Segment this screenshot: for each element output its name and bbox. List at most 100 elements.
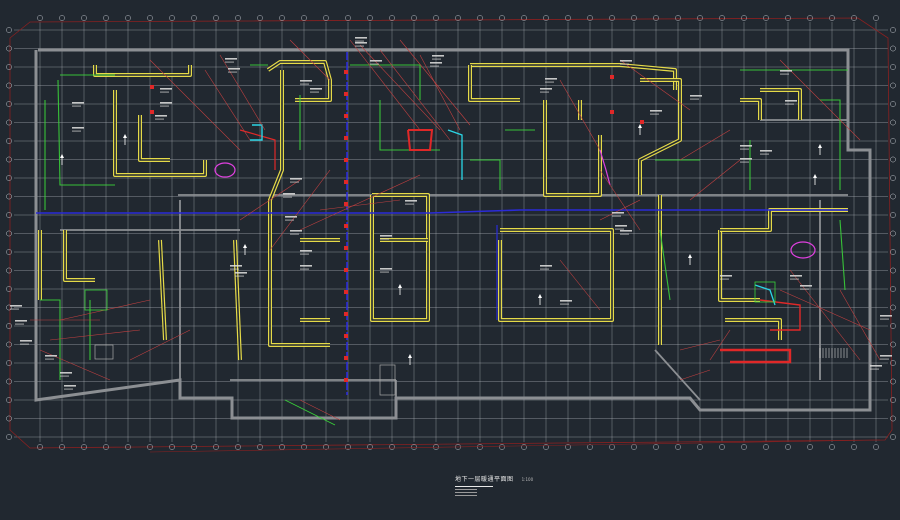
annotation-text-mark [300, 83, 309, 85]
annotation-text-mark [290, 181, 299, 183]
annotation-text-mark [283, 196, 292, 198]
annotation-text-mark [290, 178, 302, 180]
annotation-text-mark [650, 110, 662, 112]
annotation-text-mark [300, 250, 312, 252]
diffuser-marker [344, 136, 348, 140]
annotation-text-mark [155, 115, 167, 117]
annotation-text-mark [790, 278, 799, 280]
annotation-text-mark [228, 71, 237, 73]
diffuser-marker [344, 290, 348, 294]
title-underline [455, 486, 493, 487]
annotation-text-mark [720, 275, 732, 277]
annotation-text-mark [225, 58, 237, 60]
annotation-text-mark [228, 68, 240, 70]
note-line [455, 495, 477, 496]
annotation-text-mark [72, 127, 84, 129]
drawing-title-block: 地下一层暖通平面图 1:100 [455, 466, 533, 496]
annotation-text-mark [15, 323, 24, 325]
annotation-text-mark [230, 265, 242, 267]
annotation-text-mark [380, 271, 389, 273]
diffuser-marker [344, 246, 348, 250]
annotation-text-mark [160, 91, 169, 93]
drawing-title: 地下一层暖通平面图 [455, 476, 514, 483]
annotation-text-mark [355, 45, 364, 47]
annotation-text-mark [790, 275, 802, 277]
diffuser-marker [610, 110, 614, 114]
annotation-text-mark [785, 103, 794, 105]
annotation-text-mark [545, 78, 557, 80]
annotation-text-mark [760, 150, 772, 152]
annotation-text-mark [405, 200, 417, 202]
annotation-text-mark [15, 320, 27, 322]
annotation-text-mark [235, 275, 244, 277]
annotation-text-mark [300, 268, 309, 270]
annotation-text-mark [310, 88, 322, 90]
annotation-text-mark [225, 61, 234, 63]
diffuser-marker [344, 202, 348, 206]
diffuser-marker [344, 378, 348, 382]
annotation-text-mark [560, 300, 572, 302]
annotation-text-mark [880, 318, 889, 320]
diffuser-marker [344, 92, 348, 96]
diffuser-marker [344, 114, 348, 118]
annotation-text-mark [160, 105, 169, 107]
annotation-text-mark [20, 343, 29, 345]
annotation-text-mark [380, 235, 392, 237]
annotation-text-mark [612, 212, 624, 214]
annotation-text-mark [20, 340, 32, 342]
annotation-text-mark [310, 91, 319, 93]
annotation-text-mark [615, 225, 627, 227]
diffuser-marker [150, 110, 154, 114]
cad-drawing-viewport: 地下一层暖通平面图 1:100 [0, 0, 900, 520]
diffuser-marker [344, 356, 348, 360]
diffuser-marker [150, 85, 154, 89]
annotation-text-mark [160, 102, 172, 104]
annotation-text-mark [355, 37, 367, 39]
annotation-text-mark [800, 285, 812, 287]
annotation-text-mark [405, 203, 414, 205]
annotation-text-mark [540, 268, 549, 270]
diffuser-marker [640, 120, 644, 124]
annotation-text-mark [60, 372, 72, 374]
annotation-text-mark [650, 113, 659, 115]
annotation-text-mark [870, 365, 882, 367]
annotation-text-mark [230, 268, 239, 270]
annotation-text-mark [300, 253, 309, 255]
diffuser-marker [344, 158, 348, 162]
annotation-text-mark [430, 62, 442, 64]
annotation-text-mark [60, 375, 69, 377]
annotation-text-mark [740, 148, 749, 150]
annotation-text-mark [432, 55, 444, 57]
diffuser-marker [344, 334, 348, 338]
annotation-text-mark [740, 158, 752, 160]
annotation-text-mark [620, 63, 629, 65]
annotation-text-mark [540, 88, 552, 90]
annotation-text-mark [370, 63, 379, 65]
diffuser-marker [610, 75, 614, 79]
diffuser-marker [344, 312, 348, 316]
annotation-text-mark [290, 230, 302, 232]
annotation-text-mark [285, 216, 297, 218]
annotation-text-mark [615, 228, 624, 230]
annotation-text-mark [612, 215, 621, 217]
annotation-text-mark [10, 305, 22, 307]
annotation-text-mark [72, 102, 84, 104]
annotation-text-mark [72, 105, 81, 107]
annotation-text-mark [380, 268, 392, 270]
diffuser-marker [344, 268, 348, 272]
annotation-text-mark [780, 70, 792, 72]
annotation-text-mark [760, 153, 769, 155]
annotation-text-mark [800, 288, 809, 290]
note-line [455, 489, 477, 490]
note-line [455, 492, 477, 493]
annotation-text-mark [160, 88, 172, 90]
annotation-text-mark [155, 118, 164, 120]
annotation-text-mark [690, 98, 699, 100]
annotation-text-mark [290, 233, 299, 235]
annotation-text-mark [380, 238, 389, 240]
annotation-text-mark [690, 95, 702, 97]
annotation-text-mark [720, 278, 729, 280]
annotation-text-mark [355, 42, 367, 44]
annotation-text-mark [430, 65, 439, 67]
annotation-text-mark [64, 385, 76, 387]
